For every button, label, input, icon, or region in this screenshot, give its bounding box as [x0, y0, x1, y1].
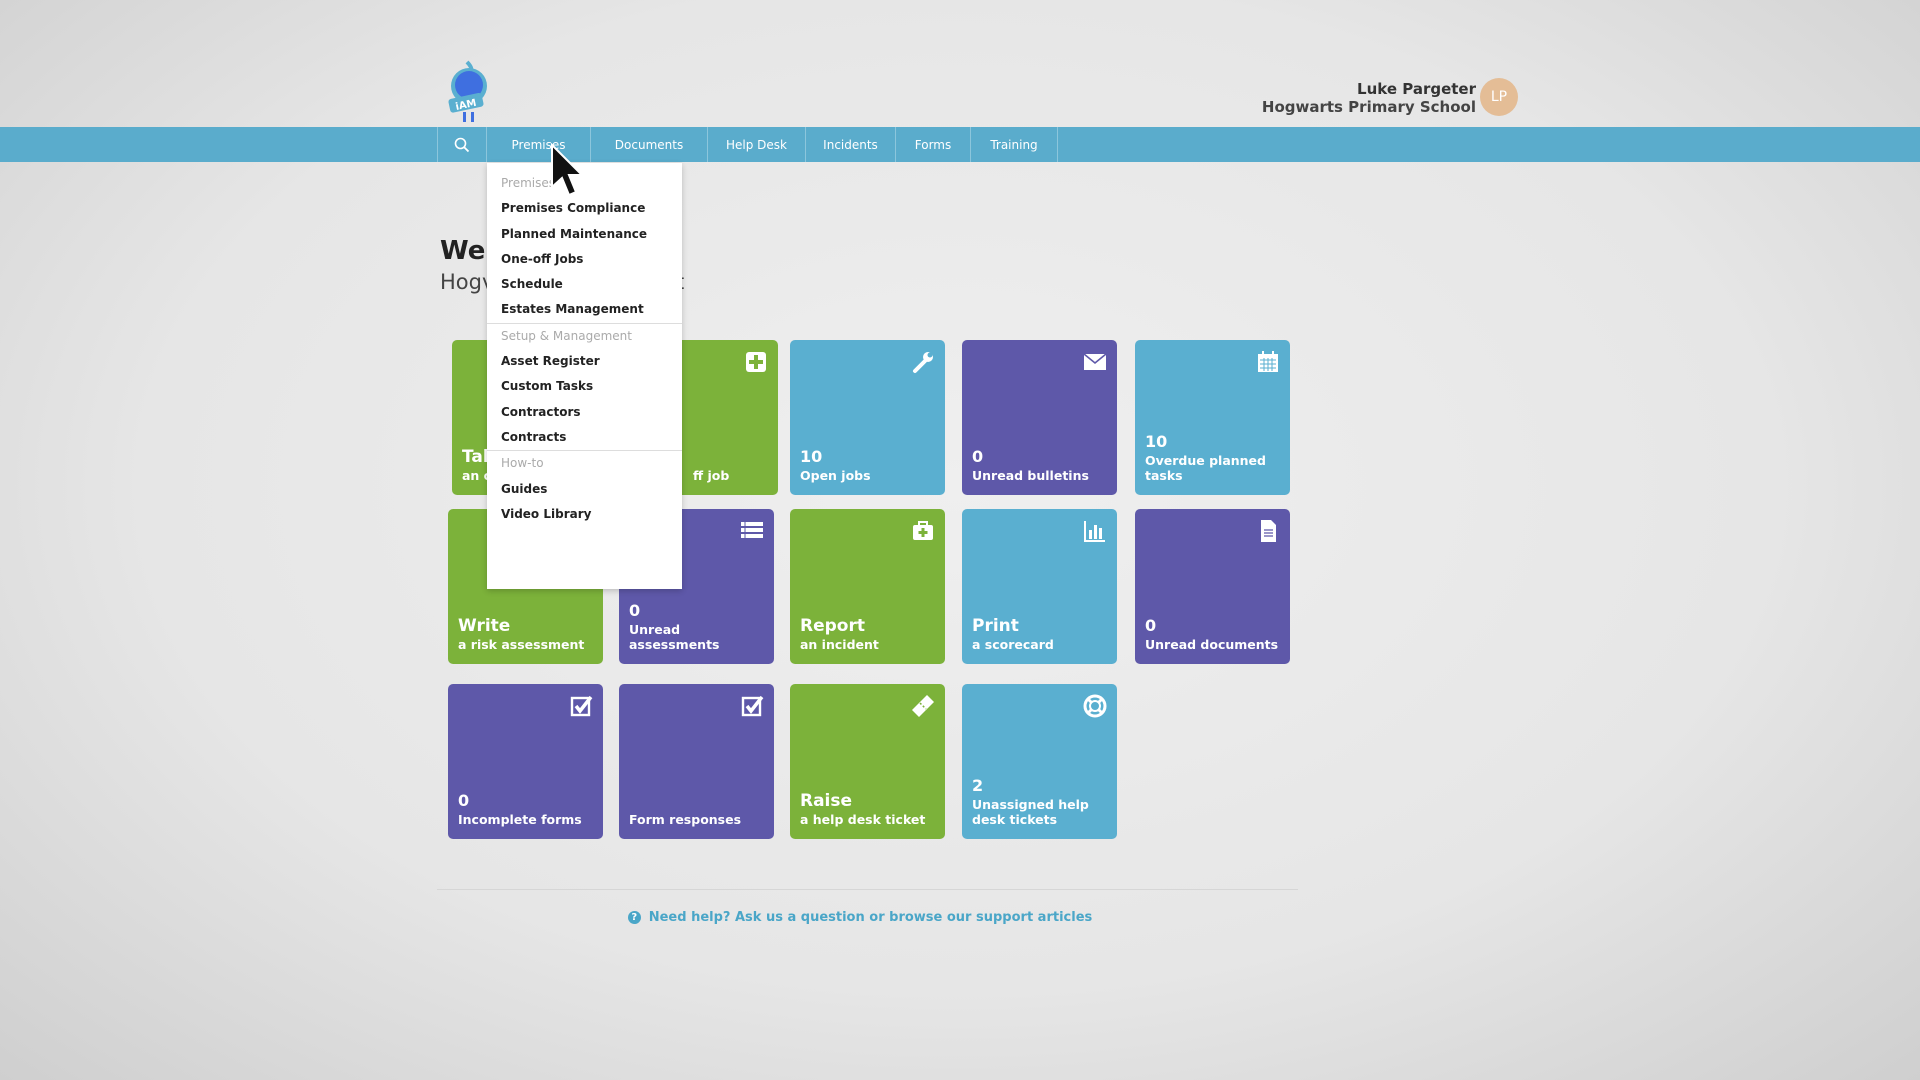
- tile-label: Unread documents: [1145, 637, 1279, 652]
- checkbox-icon: [741, 695, 764, 717]
- mouse-cursor-icon: [551, 143, 585, 197]
- nav-forms[interactable]: Forms: [896, 127, 971, 162]
- dropdown-item[interactable]: Schedule: [487, 272, 682, 297]
- divider: [437, 889, 1298, 890]
- search-icon: [454, 137, 470, 152]
- iam-logo[interactable]: iAM: [445, 60, 493, 124]
- dropdown-item[interactable]: Contractors: [487, 400, 682, 425]
- search-button[interactable]: [438, 127, 487, 162]
- plus-square-icon: [746, 352, 766, 372]
- nav-incidents[interactable]: Incidents: [806, 127, 896, 162]
- help-text: Need help? Ask us a question or browse o…: [648, 910, 1093, 925]
- envelope-icon: [1083, 353, 1107, 370]
- premises-dropdown-menu: Premises Premises Compliance Planned Maint…: [487, 163, 682, 589]
- dropdown-item[interactable]: Planned Maintenance: [487, 222, 682, 247]
- dashboard-tile[interactable]: 10 Overdue planned tasks: [1135, 340, 1290, 495]
- tile-count: 10: [1145, 432, 1168, 451]
- dropdown-section-header: How-to: [487, 450, 682, 476]
- nav-help-desk[interactable]: Help Desk: [708, 127, 806, 162]
- tile-label: Open jobs: [800, 468, 871, 483]
- main-nav: Premises Documents Help Desk Incidents F…: [437, 127, 1058, 162]
- calendar-icon: [1258, 351, 1278, 372]
- list-icon: [741, 522, 763, 538]
- tile-label: ff job: [693, 468, 730, 483]
- tile-count: 2: [972, 776, 984, 795]
- tile-label: Overdue planned tasks: [1145, 453, 1266, 483]
- tile-label: Unread bulletins: [972, 468, 1089, 483]
- dropdown-item[interactable]: Estates Management: [487, 297, 682, 322]
- dropdown-item[interactable]: Guides: [487, 477, 682, 502]
- tile-label: Form responses: [629, 812, 742, 827]
- dashboard-tile[interactable]: Form responses: [619, 684, 774, 839]
- tile-action: Print: [972, 616, 1019, 636]
- tile-action: Report: [800, 616, 865, 636]
- avatar[interactable]: LP: [1480, 78, 1518, 116]
- dashboard-tile[interactable]: 0 Unread documents: [1135, 509, 1290, 664]
- nav-documents[interactable]: Documents: [591, 127, 708, 162]
- tile-label: a scorecard: [972, 637, 1054, 652]
- tile-count: 0: [1145, 616, 1157, 635]
- dropdown-item[interactable]: One-off Jobs: [487, 247, 682, 272]
- ticket-icon: [912, 695, 934, 717]
- tile-label: an incident: [800, 637, 879, 652]
- help-link[interactable]: ? Need help? Ask us a question or browse …: [0, 910, 1720, 925]
- checkbox-icon: [570, 695, 593, 717]
- dashboard-tile[interactable]: Raise a help desk ticket: [790, 684, 945, 839]
- dashboard-tile[interactable]: 0 Unread bulletins: [962, 340, 1117, 495]
- tile-count: 10: [800, 447, 823, 466]
- tile-action: Raise: [800, 791, 853, 811]
- user-info[interactable]: Luke Pargeter Hogwarts Primary School: [1262, 80, 1476, 116]
- user-school: Hogwarts Primary School: [1261, 98, 1476, 116]
- nav-training[interactable]: Training: [971, 127, 1058, 162]
- tile-count: 0: [629, 601, 641, 620]
- dashboard-tile[interactable]: Report an incident: [790, 509, 945, 664]
- dashboard-tile[interactable]: 0 Incomplete forms: [448, 684, 603, 839]
- dropdown-item[interactable]: Asset Register: [487, 349, 682, 374]
- document-icon: [1261, 520, 1276, 542]
- dashboard-tile[interactable]: 10 Open jobs: [790, 340, 945, 495]
- dropdown-item[interactable]: Contracts: [487, 425, 682, 450]
- tile-count: 0: [972, 447, 984, 466]
- tile-label: Unread assessments: [629, 622, 720, 652]
- dashboard-tile[interactable]: 2 Unassigned help desk tickets: [962, 684, 1117, 839]
- user-name: Luke Pargeter: [1357, 80, 1476, 98]
- dropdown-item[interactable]: Premises Compliance: [487, 196, 682, 221]
- wrench-icon: [913, 352, 933, 373]
- dropdown-item[interactable]: Video Library: [487, 502, 682, 527]
- tile-action: Write: [458, 616, 511, 636]
- dashboard-tile[interactable]: Print a scorecard: [962, 509, 1117, 664]
- medkit-icon: [913, 521, 933, 540]
- tile-label: a help desk ticket: [800, 812, 926, 827]
- tile-label: a risk assessment: [458, 637, 585, 652]
- dropdown-section-header: Setup & Management: [487, 322, 682, 349]
- bar-chart-icon: [1084, 521, 1105, 542]
- dropdown-item[interactable]: Custom Tasks: [487, 374, 682, 399]
- lifebuoy-icon: [1083, 694, 1107, 718]
- question-circle-icon: ?: [627, 911, 641, 924]
- tile-label: Unassigned help desk tickets: [972, 797, 1089, 827]
- tile-label: Incomplete forms: [458, 812, 582, 827]
- tile-count: 0: [458, 791, 470, 810]
